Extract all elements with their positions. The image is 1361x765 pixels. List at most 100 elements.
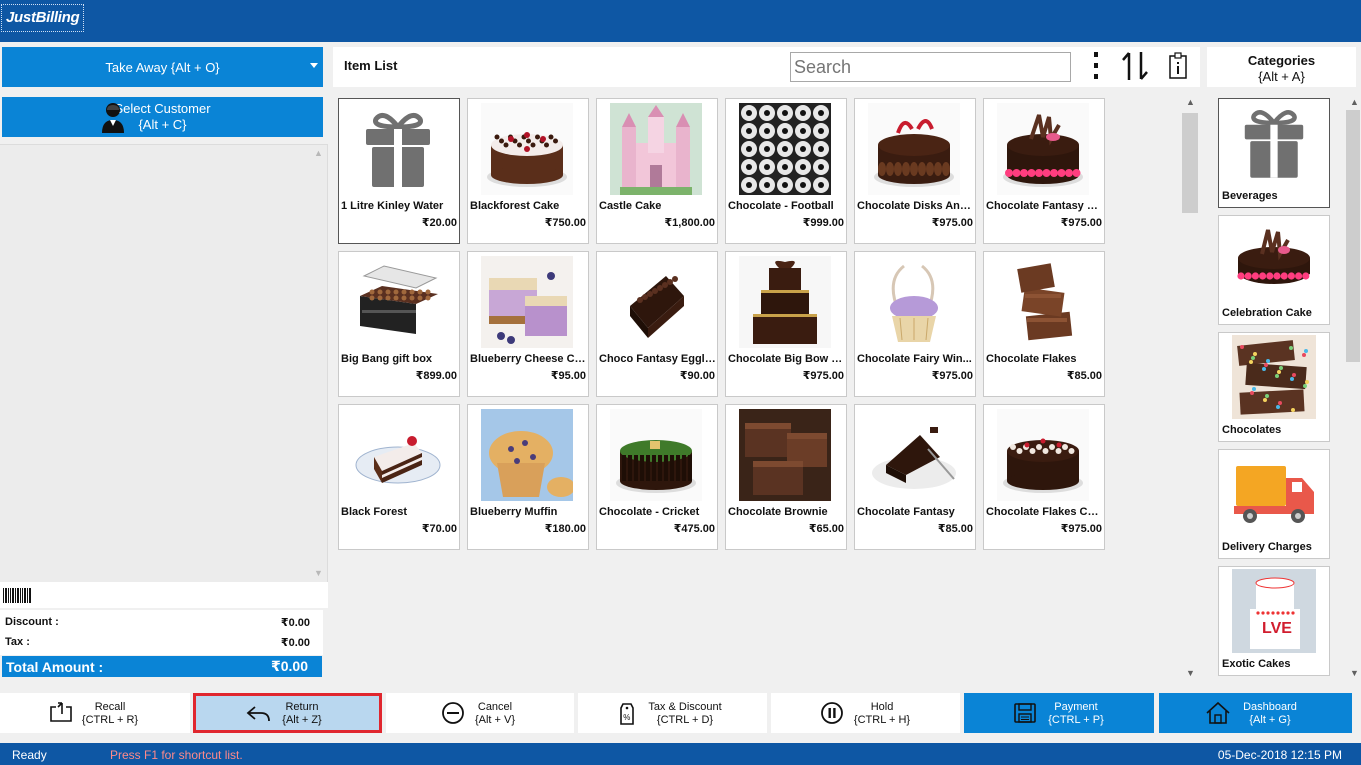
item-card[interactable]: Castle Cake ₹1,800.00 xyxy=(596,98,718,244)
shortcut-hint: Press F1 for shortcut list. xyxy=(110,748,243,762)
action-label: Payment {CTRL + P} xyxy=(1021,701,1131,727)
dashboard-button[interactable]: Dashboard {Alt + G} xyxy=(1159,693,1352,733)
item-card[interactable]: Blueberry Muffin ₹180.00 xyxy=(467,404,589,550)
action-shortcut: {CTRL + R} xyxy=(81,714,139,726)
category-scroll-down-icon[interactable]: ▼ xyxy=(1350,668,1359,678)
date-time: 05-Dec-2018 12:15 PM xyxy=(1217,748,1342,762)
return-button[interactable]: Return {Alt + Z} xyxy=(193,693,382,733)
item-card[interactable]: Chocolate Disks And... ₹975.00 xyxy=(854,98,976,244)
action-title: Recall xyxy=(94,701,126,713)
item-card[interactable]: Chocolate Flakes ₹85.00 xyxy=(983,251,1105,397)
item-card[interactable]: Chocolate Fantasy ₹85.00 xyxy=(854,404,976,550)
status-text: Ready xyxy=(12,748,47,762)
item-grid-scrollbar[interactable] xyxy=(1182,113,1198,213)
category-card[interactable]: Chocolates xyxy=(1218,332,1330,442)
item-card[interactable]: Chocolate Big Bow C... ₹975.00 xyxy=(725,251,847,397)
item-price: ₹65.00 xyxy=(808,523,844,535)
item-name: 1 Litre Kinley Water xyxy=(341,200,444,212)
item-card[interactable]: Chocolate - Football ₹999.00 xyxy=(725,98,847,244)
action-shortcut: {Alt + V} xyxy=(474,714,516,726)
category-card[interactable]: Beverages xyxy=(1218,98,1330,208)
recall-button[interactable]: Recall {CTRL + R} xyxy=(0,693,190,733)
action-label: Dashboard {Alt + G} xyxy=(1215,701,1325,727)
item-card[interactable]: Chocolate - Cricket ₹475.00 xyxy=(596,404,718,550)
payment-button[interactable]: Payment {CTRL + P} xyxy=(964,693,1154,733)
item-price: ₹90.00 xyxy=(679,370,715,382)
grid-scroll-down-icon[interactable]: ▼ xyxy=(1186,668,1195,678)
item-price: ₹999.00 xyxy=(802,217,844,229)
item-card[interactable]: Chocolate Brownie ₹65.00 xyxy=(725,404,847,550)
grid-scroll-up-icon[interactable]: ▲ xyxy=(1186,97,1195,107)
action-label: Recall {CTRL + R} xyxy=(55,701,165,727)
category-card[interactable]: Delivery Charges xyxy=(1218,449,1330,559)
item-image xyxy=(868,256,960,348)
item-price: ₹750.00 xyxy=(544,217,586,229)
status-bar: Ready Press F1 for shortcut list. 05-Dec… xyxy=(0,743,1361,765)
sort-icon[interactable] xyxy=(1120,50,1152,82)
category-name: Delivery Charges xyxy=(1222,541,1312,553)
select-customer-shortcut: {Alt + C} xyxy=(138,117,187,132)
item-details-icon[interactable] xyxy=(1167,52,1189,80)
item-price: ₹1,800.00 xyxy=(664,217,715,229)
item-name: Chocolate Flakes xyxy=(986,353,1077,365)
item-price: ₹899.00 xyxy=(415,370,457,382)
item-image xyxy=(352,256,444,348)
item-card[interactable]: Chocolate Fantasy C... ₹975.00 xyxy=(983,98,1105,244)
tax-label: Tax : xyxy=(5,636,30,648)
app-logo: JustBilling xyxy=(1,4,85,32)
category-image xyxy=(1232,218,1316,302)
cart-scroll-up-icon[interactable]: ▲ xyxy=(314,148,323,158)
action-label: Hold {CTRL + H} xyxy=(827,701,937,727)
cancel-button[interactable]: Cancel {Alt + V} xyxy=(386,693,574,733)
action-shortcut: {CTRL + P} xyxy=(1048,714,1104,726)
item-card[interactable]: Chocolate Fairy Win... ₹975.00 xyxy=(854,251,976,397)
search-input[interactable] xyxy=(790,52,1071,82)
select-customer-button[interactable]: Select Customer {Alt + C} xyxy=(2,97,323,137)
categories-header[interactable]: Categories {Alt + A} xyxy=(1207,47,1356,87)
item-price: ₹180.00 xyxy=(544,523,586,535)
order-type-dropdown[interactable]: Take Away {Alt + O} xyxy=(2,47,323,87)
gift-icon xyxy=(1232,101,1316,185)
barcode-row xyxy=(0,582,328,608)
cart-scroll-down-icon[interactable]: ▼ xyxy=(314,568,323,578)
cart-list[interactable] xyxy=(0,144,328,582)
category-name: Beverages xyxy=(1222,190,1278,202)
item-card[interactable]: 1 Litre Kinley Water ₹20.00 xyxy=(338,98,460,244)
item-image xyxy=(610,103,702,195)
action-title: Return xyxy=(285,701,319,713)
category-image xyxy=(1232,335,1316,419)
categories-title: Categories xyxy=(1247,53,1316,68)
category-scroll-up-icon[interactable]: ▲ xyxy=(1350,97,1359,107)
item-card[interactable]: Blackforest Cake ₹750.00 xyxy=(467,98,589,244)
item-card[interactable]: Blueberry Cheese Ca... ₹95.00 xyxy=(467,251,589,397)
item-name: Chocolate Big Bow C... xyxy=(728,353,845,365)
item-price: ₹975.00 xyxy=(931,370,973,382)
tax-discount-button[interactable]: % Tax & Discount {CTRL + D} xyxy=(578,693,767,733)
item-name: Blueberry Muffin xyxy=(470,506,558,518)
item-price: ₹475.00 xyxy=(673,523,715,535)
item-image xyxy=(997,256,1089,348)
item-card[interactable]: Big Bang gift box ₹899.00 xyxy=(338,251,460,397)
more-options-icon[interactable] xyxy=(1092,50,1100,82)
item-name: Blackforest Cake xyxy=(470,200,560,212)
item-image xyxy=(739,256,831,348)
item-name: Chocolate - Football xyxy=(728,200,834,212)
hold-button[interactable]: Hold {CTRL + H} xyxy=(771,693,960,733)
item-price: ₹975.00 xyxy=(1060,217,1102,229)
action-title: Hold xyxy=(870,701,894,713)
item-price: ₹975.00 xyxy=(802,370,844,382)
item-price: ₹975.00 xyxy=(1060,523,1102,535)
item-card[interactable]: Black Forest ₹70.00 xyxy=(338,404,460,550)
barcode-icon[interactable] xyxy=(2,585,33,607)
category-card[interactable]: LVE Exotic Cakes xyxy=(1218,566,1330,676)
item-card[interactable]: Chocolate Flakes Cake ₹975.00 xyxy=(983,404,1105,550)
top-bar: JustBilling xyxy=(0,0,1361,42)
action-shortcut: {Alt + G} xyxy=(1249,714,1291,726)
category-scrollbar[interactable] xyxy=(1346,110,1360,362)
categories-shortcut: {Alt + A} xyxy=(1258,69,1305,84)
item-name: Chocolate Brownie xyxy=(728,506,828,518)
item-card[interactable]: Choco Fantasy Eggle... ₹90.00 xyxy=(596,251,718,397)
item-list-title: Item List xyxy=(344,58,398,73)
category-card[interactable]: Celebration Cake xyxy=(1218,215,1330,325)
action-title: Payment xyxy=(1054,701,1098,713)
